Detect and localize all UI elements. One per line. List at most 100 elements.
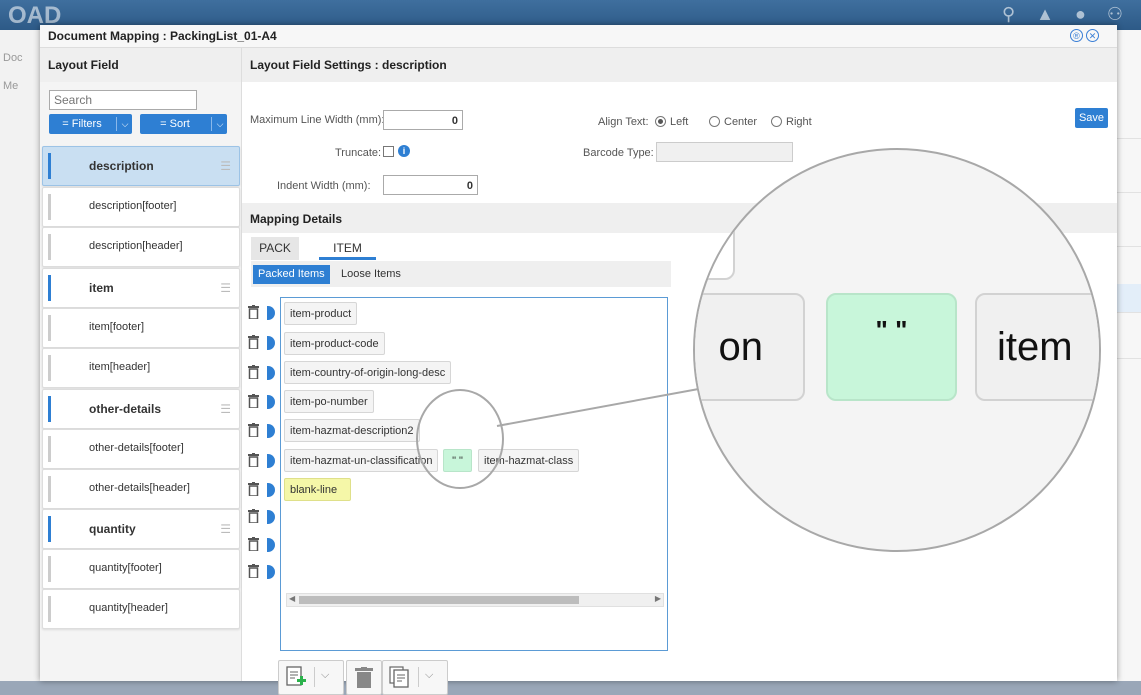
scroll-right-icon[interactable]: ▶ [655,594,661,603]
settings-header: Layout Field Settings : description [242,48,1117,82]
drag-handle-icon[interactable]: ☰ [220,281,231,295]
indent-width-label: Indent Width (mm): [277,180,371,192]
truncate-label: Truncate: [335,147,382,159]
trash-icon[interactable] [248,537,259,551]
align-left-radio[interactable] [655,116,666,127]
mapping-chip-blank-line[interactable]: blank-line [284,478,351,501]
mapping-chip[interactable]: item-product-code [284,332,385,355]
subtab-loose-items[interactable]: Loose Items [341,265,401,284]
expand-arrow-icon[interactable] [267,454,275,468]
scroll-left-icon[interactable]: ◀ [289,594,295,603]
expand-arrow-icon[interactable] [267,483,275,497]
mapping-chip[interactable]: item-po-number [284,390,374,413]
field-item-label: item[header] [89,361,151,373]
field-item-label: other-details[header] [89,482,190,494]
dialog-title: Document Mapping : PackingList_01-A4 [48,29,277,43]
tab-item[interactable]: ITEM [319,237,376,260]
field-item-label: quantity[header] [89,602,168,614]
align-center-radio[interactable] [709,116,720,127]
trash-icon[interactable] [248,564,259,578]
field-item-item-footer[interactable]: item[footer] [42,308,240,348]
delete-row-button[interactable] [346,660,382,695]
subtab-packed-items[interactable]: Packed Items [253,265,330,284]
field-item-item-header[interactable]: item[header] [42,348,240,388]
drag-handle-icon[interactable]: ☰ [220,402,231,416]
layout-field-panel: Layout Field = Filters ⌵ = Sort ⌵ descri… [40,48,242,681]
align-right-label: Right [786,116,812,128]
expand-arrow-icon[interactable] [267,306,275,320]
barcode-type-field [656,142,793,162]
app-header-icons: ⚲ ▲ ● ⚇ [1001,4,1131,24]
field-item-quantity[interactable]: quantity ☰ [42,509,240,549]
field-item-quantity-header[interactable]: quantity[header] [42,589,240,629]
barcode-type-label: Barcode Type: [583,147,654,159]
mapping-chip[interactable]: item-country-of-origin-long-desc [284,361,452,384]
field-item-item[interactable]: item ☰ [42,268,240,308]
scrollbar-thumb[interactable] [299,596,579,604]
filters-button[interactable]: = Filters ⌵ [49,114,132,134]
save-button[interactable]: Save [1075,108,1108,128]
magnifier-zoom-circle: on " " item [693,148,1101,552]
trash-icon [355,667,373,688]
chevron-down-icon[interactable]: ⌵ [321,669,329,682]
expand-arrow-icon[interactable] [267,565,275,579]
chevron-down-icon: ⌵ [216,119,224,129]
field-item-other-details[interactable]: other-details ☰ [42,389,240,429]
mapping-chip[interactable]: item-hazmat-description2 [284,419,420,442]
zoomed-chip-left: on [695,293,805,401]
field-item-label: other-details [89,402,162,416]
copy-row-button[interactable]: ⌵ [382,660,448,695]
trash-icon[interactable] [248,394,259,408]
field-item-description-header[interactable]: description[header] [42,227,240,267]
expand-arrow-icon[interactable] [267,366,275,380]
info-icon[interactable]: i [398,145,410,157]
horizontal-scrollbar[interactable]: ◀ ▶ [286,593,664,607]
trash-icon[interactable] [248,305,259,319]
trash-icon[interactable] [248,509,259,523]
trash-icon[interactable] [248,423,259,437]
add-row-button[interactable]: ⌵ [278,660,344,695]
drag-handle-icon[interactable]: ☰ [220,522,231,536]
field-item-quantity-footer[interactable]: quantity[footer] [42,549,240,589]
align-text-label: Align Text: [598,116,649,128]
sort-label: = Sort [160,118,190,130]
align-center-label: Center [724,116,758,128]
copy-icon [389,666,409,688]
field-item-description-footer[interactable]: description[footer] [42,187,240,227]
tab-pack[interactable]: PACK [251,237,299,260]
trash-icon[interactable] [248,335,259,349]
expand-arrow-icon[interactable] [267,538,275,552]
field-item-other-details-header[interactable]: other-details[header] [42,469,240,509]
close-icon[interactable]: ✕ [1086,29,1099,42]
sort-button[interactable]: = Sort ⌵ [140,114,227,134]
trash-icon[interactable] [248,365,259,379]
help-icon[interactable]: ® [1070,29,1083,42]
row-controls [248,363,278,383]
max-line-width-field[interactable]: 0 [383,110,463,130]
dialog-title-bar: Document Mapping : PackingList_01-A4 ® ✕ [40,25,1117,48]
chevron-down-icon: ⌵ [121,119,129,129]
mapping-details-title: Mapping Details [250,212,343,226]
magnifier-source-circle [416,389,504,489]
expand-arrow-icon[interactable] [267,510,275,524]
expand-arrow-icon[interactable] [267,395,275,409]
trash-icon[interactable] [248,453,259,467]
expand-arrow-icon[interactable] [267,336,275,350]
indent-width-field[interactable]: 0 [383,175,478,195]
drag-handle-icon[interactable]: ☰ [220,159,231,173]
filters-label: = Filters [62,118,102,130]
truncate-checkbox[interactable] [383,146,394,157]
mapping-chip[interactable]: item-hazmat-un-classification [284,449,439,472]
field-item-other-details-footer[interactable]: other-details[footer] [42,429,240,469]
zoomed-chip-separator: " " [826,293,957,401]
field-item-description[interactable]: description ☰ [42,146,240,186]
trash-icon[interactable] [248,482,259,496]
search-input[interactable] [49,90,197,110]
align-right-radio[interactable] [771,116,782,127]
chevron-down-icon[interactable]: ⌵ [425,669,433,682]
row-controls [248,451,278,471]
row-controls [248,392,278,412]
row-controls [248,507,278,527]
mapping-chip[interactable]: item-product [284,302,358,325]
expand-arrow-icon[interactable] [267,424,275,438]
